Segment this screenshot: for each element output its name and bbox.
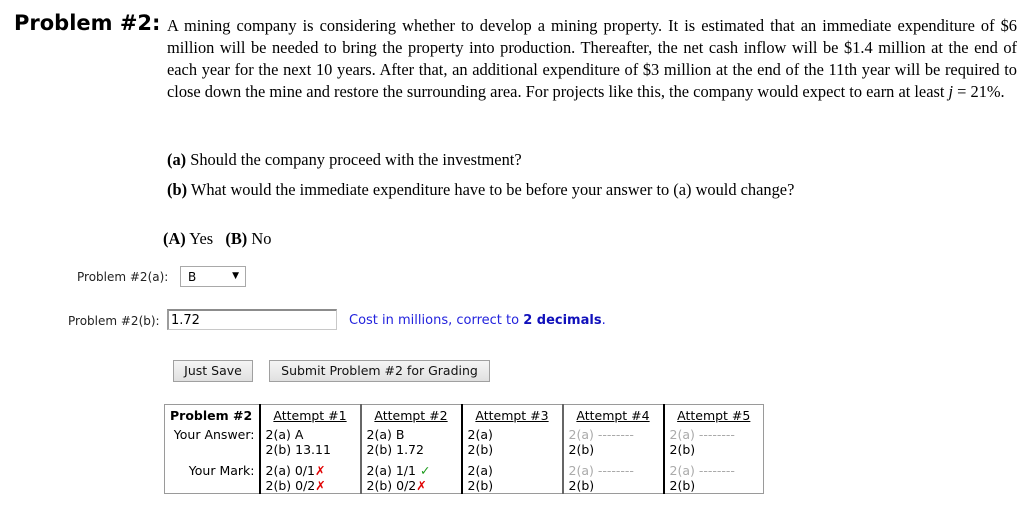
problem-text: A mining company is considering whether … <box>167 16 1017 101</box>
choice-b-label: (B) <box>225 229 248 248</box>
just-save-button[interactable]: Just Save <box>173 360 253 382</box>
mark-a-value: 2(a) <box>467 463 493 478</box>
attempt-5-header[interactable]: Attempt #5 <box>662 404 764 427</box>
answer-a-value: 2(a) -------- <box>568 427 634 442</box>
attempt-5-answer: 2(a) -------- 2(b) <box>662 427 764 463</box>
answer-choices: (A) Yes (B) No <box>163 229 271 249</box>
question-b: (b) What would the immediate expenditure… <box>167 180 794 200</box>
correct-check-icon: ✓ <box>419 463 431 478</box>
answer-a-selected: B <box>188 270 197 284</box>
your-answer-row: Your Answer: 2(a) A 2(b) 13.11 2(a) B 2(b)… <box>165 427 764 463</box>
incorrect-x-icon: ✗ <box>416 478 427 493</box>
attempts-title: Problem #2 <box>170 408 253 423</box>
incorrect-x-icon: ✗ <box>314 463 326 478</box>
your-answer-label: Your Answer: <box>173 427 255 442</box>
answer-b-value: 2(b) 13.11 <box>265 442 331 457</box>
mark-b-value: 2(b) <box>467 478 494 493</box>
mark-a: 2(a) 0/1✗ <box>266 463 355 478</box>
question-a: (a) Should the company proceed with the … <box>167 150 522 170</box>
attempt-3-header[interactable]: Attempt #3 <box>460 404 563 427</box>
attempt-2-answer: 2(a) B 2(b) 1.72 <box>359 427 462 463</box>
question-b-text: What would the immediate expenditure hav… <box>187 180 795 199</box>
answer-b-value: 2(b) 1.72 <box>366 442 424 457</box>
mark-b: 2(b) 0/2✗ <box>266 478 355 493</box>
answer-b-label: Problem #2(b): <box>68 314 160 328</box>
problem-statement: A mining company is considering whether … <box>167 15 1017 103</box>
choice-a-label: (A) <box>163 229 186 248</box>
attempt-3-answer: 2(a) 2(b) <box>460 427 563 463</box>
mark-b-value: 2(b) <box>568 478 595 493</box>
question-a-label: (a) <box>167 150 187 169</box>
attempt-2-mark: 2(a) 1/1 ✓ 2(b) 0/2✗ <box>359 463 462 494</box>
attempt-1-header[interactable]: Attempt #1 <box>258 404 361 427</box>
attempt-4-mark: 2(a) -------- 2(b) <box>561 463 664 494</box>
mark-b-value: 2(b) 0/2 <box>366 478 417 493</box>
attempt-2-header[interactable]: Attempt #2 <box>359 404 462 427</box>
attempt-5-link[interactable]: Attempt #5 <box>677 408 750 423</box>
hint-prefix: Cost in millions, correct to <box>349 313 524 328</box>
question-a-text: Should the company proceed with the inve… <box>186 150 522 169</box>
answer-a-value: 2(a) -------- <box>669 427 735 442</box>
attempts-table: Problem #2 Attempt #1 Attempt #2 Attempt… <box>164 404 764 494</box>
choice-a-text: Yes <box>185 229 214 248</box>
answer-b-hint: Cost in millions, correct to 2 decimals. <box>349 313 606 328</box>
attempt-2-link[interactable]: Attempt #2 <box>374 408 447 423</box>
hint-strong: 2 decimals <box>523 313 602 328</box>
rate-value: = 21%. <box>953 82 1005 101</box>
problem-heading: Problem #2: <box>14 11 161 35</box>
attempt-1-mark: 2(a) 0/1✗ 2(b) 0/2✗ <box>258 463 361 494</box>
mark-a: 2(a) 1/1 ✓ <box>367 463 456 478</box>
answer-a-label: Problem #2(a): <box>77 270 169 284</box>
mark-b: 2(b) 0/2✗ <box>367 478 456 493</box>
attempt-4-answer: 2(a) -------- 2(b) <box>561 427 664 463</box>
dropdown-arrow-icon: ▼ <box>232 271 239 281</box>
hint-suffix: . <box>601 313 606 328</box>
attempt-1-answer: 2(a) A 2(b) 13.11 <box>258 427 361 463</box>
answer-a-value: 2(a) B <box>366 427 405 442</box>
answer-b-value: 2(b) <box>568 442 595 457</box>
mark-a-value: 2(a) -------- <box>669 463 735 478</box>
answer-b-value: 2(b) <box>669 442 696 457</box>
mark-a-value: 2(a) 0/1 <box>265 463 315 478</box>
attempt-3-link[interactable]: Attempt #3 <box>475 408 548 423</box>
incorrect-x-icon: ✗ <box>315 478 326 493</box>
mark-a-value: 2(a) 1/1 <box>366 463 420 478</box>
attempt-4-header[interactable]: Attempt #4 <box>561 404 664 427</box>
attempt-3-mark: 2(a) 2(b) <box>460 463 563 494</box>
answer-a-value: 2(a) A <box>265 427 304 442</box>
your-mark-row: Your Mark: 2(a) 0/1✗ 2(b) 0/2✗ 2(a) 1/1 … <box>165 463 764 494</box>
answer-b-value: 2(b) <box>467 442 494 457</box>
question-b-label: (b) <box>167 180 188 199</box>
mark-a-value: 2(a) -------- <box>568 463 634 478</box>
attempt-5-mark: 2(a) -------- 2(b) <box>662 463 764 494</box>
attempt-1-link[interactable]: Attempt #1 <box>273 408 346 423</box>
mark-b-value: 2(b) <box>669 478 696 493</box>
your-mark-label: Your Mark: <box>188 463 255 478</box>
choice-b-text: No <box>247 229 272 248</box>
submit-for-grading-button[interactable]: Submit Problem #2 for Grading <box>269 360 490 382</box>
answer-a-select[interactable]: B ▼ <box>180 266 246 287</box>
attempts-header-row: Problem #2 Attempt #1 Attempt #2 Attempt… <box>165 404 764 427</box>
attempt-4-link[interactable]: Attempt #4 <box>576 408 649 423</box>
mark-b-value: 2(b) 0/2 <box>265 478 316 493</box>
answer-b-input[interactable] <box>167 309 337 330</box>
answer-a-value: 2(a) <box>467 427 493 442</box>
